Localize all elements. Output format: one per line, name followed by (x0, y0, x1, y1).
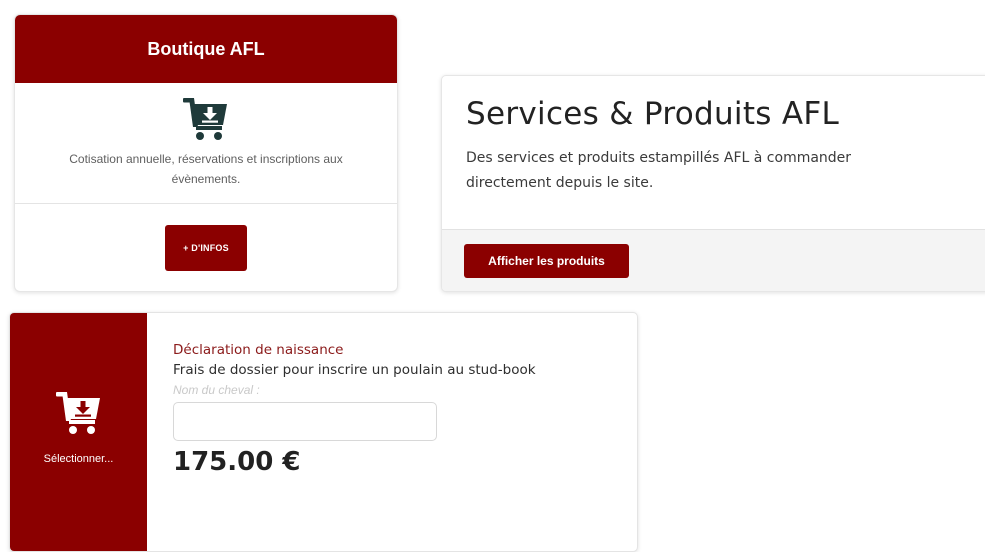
horse-name-label: Nom du cheval : (173, 383, 260, 397)
product-price: 175.00 € (173, 447, 301, 477)
product-title: Déclaration de naissance (173, 342, 344, 358)
boutique-card-description: Cotisation annuelle, réservations et ins… (69, 152, 343, 186)
select-product-label: Sélectionner... (43, 453, 114, 465)
boutique-card-header: Boutique AFL (15, 15, 397, 83)
services-card-description: Des services et produits estampillés AFL… (466, 150, 852, 191)
services-card-body: Services & Produits AFL Des services et … (442, 76, 985, 229)
show-products-button[interactable]: Afficher les produits (464, 244, 629, 278)
services-card: Services & Produits AFL Des services et … (441, 75, 985, 292)
boutique-card-title: Boutique AFL (147, 38, 265, 59)
boutique-card: Boutique AFL Cotisation annuelle, réserv… (14, 14, 398, 292)
cart-download-icon (55, 392, 100, 434)
select-product-button[interactable]: Sélectionner... (10, 313, 147, 551)
services-card-footer: Afficher les produits (442, 229, 985, 291)
more-info-button[interactable]: + D'INFOS (165, 225, 247, 271)
product-card: Sélectionner... Déclaration de naissance… (9, 312, 638, 552)
cart-download-icon (183, 98, 227, 140)
boutique-card-footer: + D'INFOS (15, 204, 397, 291)
boutique-card-body: Cotisation annuelle, réservations et ins… (15, 83, 397, 204)
horse-name-input[interactable] (173, 402, 437, 441)
product-subtitle: Frais de dossier pour inscrire un poulai… (173, 362, 536, 378)
services-card-title: Services & Produits AFL (466, 96, 840, 132)
product-card-content: Déclaration de naissance Frais de dossie… (173, 341, 536, 477)
